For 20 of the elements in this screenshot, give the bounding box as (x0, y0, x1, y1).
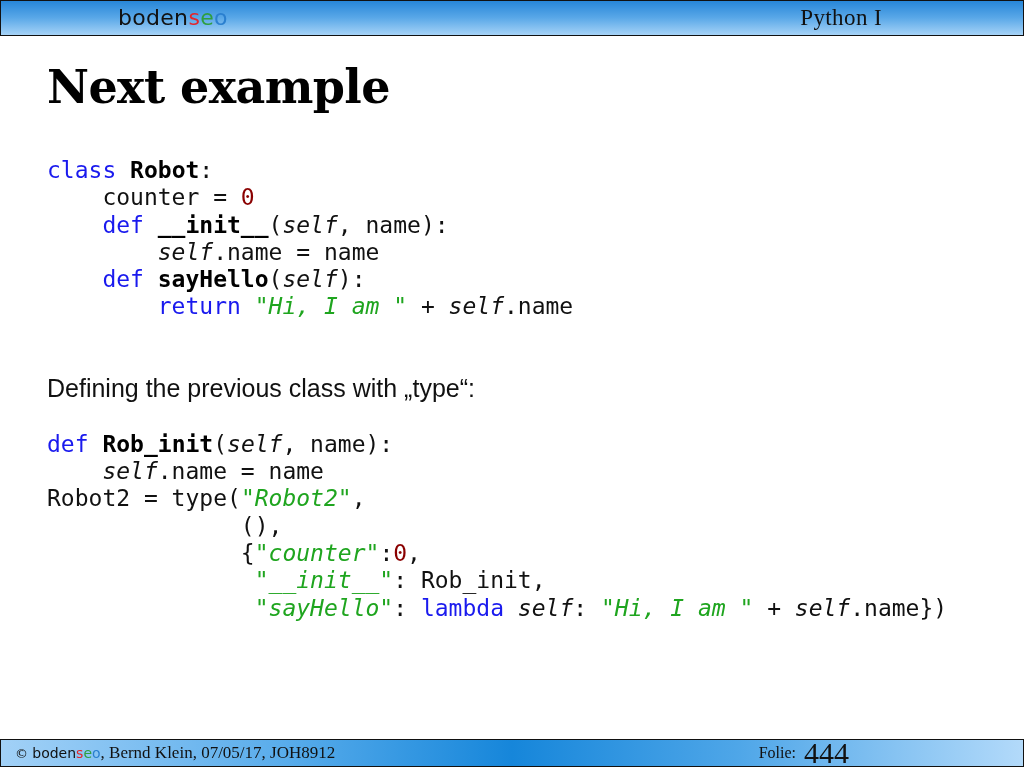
code-line: (), (240, 512, 283, 539)
course-title: Python I (800, 5, 882, 31)
logo: bodenseo (118, 6, 228, 30)
code-line: def Rob_init(self, name): (47, 430, 394, 457)
body-text: Defining the previous class with „type“: (47, 373, 475, 403)
slide-title: Next example (47, 60, 390, 114)
slide-number: 444 (804, 741, 849, 765)
code-line: class Robot: (47, 157, 214, 183)
code-line: self.name = name (157, 238, 380, 265)
code-line: def sayHello(self): (102, 266, 366, 293)
copyright-text: © bodenseo, Bernd Klein, 07/05/17, JOH8912 (15, 742, 336, 764)
code-line: "sayHello": lambda self: "Hi, I am " + self.name}) (254, 594, 948, 621)
code-line: def __init__(self, name): (102, 211, 449, 238)
code-line: "__init__": Rob_init, (254, 567, 546, 594)
code-line: Robot2 = type("Robot2", (47, 485, 366, 512)
code-line: self.name = name (102, 458, 324, 485)
slide-label: Folie: (758, 743, 796, 763)
code-line: return "Hi, I am " + self.name (157, 293, 574, 320)
code-line: {"counter":0, (240, 539, 421, 566)
code-line: counter = 0 (102, 184, 255, 211)
